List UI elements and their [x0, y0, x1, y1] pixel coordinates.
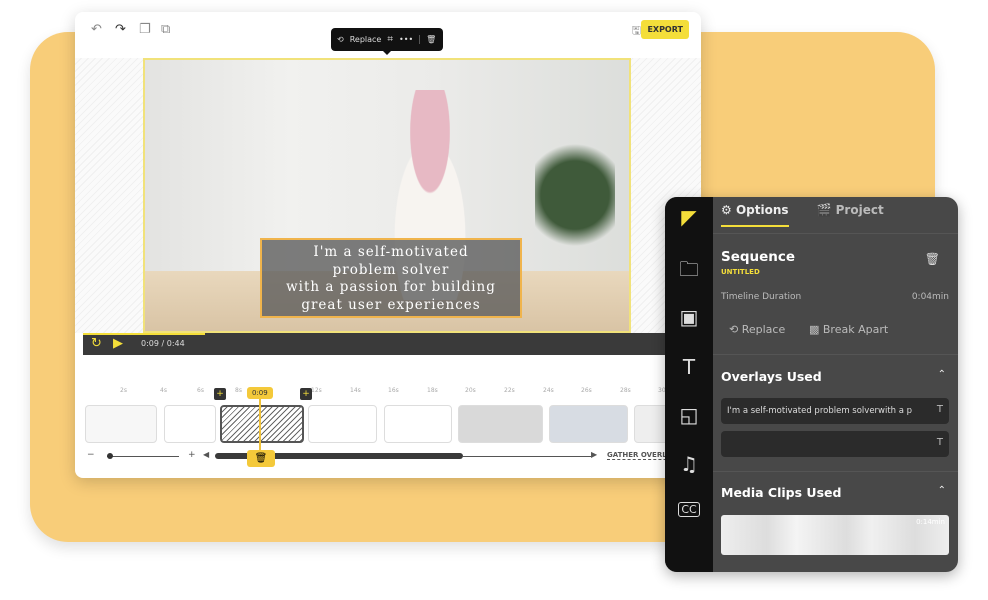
duplicate-icon[interactable]: ❐ — [139, 22, 151, 37]
text-overlay-icon: T — [936, 404, 943, 415]
media-duration: 0:14min — [916, 518, 945, 526]
tick-label: 4s — [160, 387, 167, 394]
clapper-icon: 🎬 — [816, 203, 836, 217]
add-clip-button[interactable]: + — [300, 388, 312, 400]
playhead-label: 0:09 — [247, 387, 273, 399]
crop-icon[interactable]: ⌗ — [387, 34, 393, 45]
replace-icon: ⟲ — [729, 323, 742, 336]
tick-label: 28s — [620, 387, 631, 394]
caption-line: with a passion for building — [286, 279, 496, 295]
export-button[interactable]: EXPORT — [641, 20, 689, 39]
collapse-overlays-icon[interactable]: ⌃ — [938, 369, 946, 380]
zoom-out-button[interactable]: − — [87, 450, 95, 460]
zoom-slider-thumb[interactable] — [107, 453, 113, 459]
caption-line: great user experiences — [301, 296, 481, 313]
duration-value: 0:04min — [911, 292, 949, 302]
side-rail: ◤ 🗀 ▣ T ◱ ♫ CC — [665, 197, 713, 572]
divider — [713, 471, 958, 472]
music-icon[interactable]: ♫ — [675, 452, 703, 476]
tick-label: 26s — [581, 387, 592, 394]
video-editor: ↶ ↷ ❐ ⧉ 🖫 EXPORT I'm a self-motivated pr… — [75, 12, 701, 478]
zoom-slider[interactable] — [107, 456, 179, 457]
canvas-stage: I'm a self-motivated problem solver with… — [75, 58, 701, 333]
tick-label: 8s — [235, 387, 242, 394]
player-controls: ↻ ▶ 0:09 / 0:44 — [83, 333, 693, 355]
replay-icon[interactable]: ↻ — [91, 336, 102, 351]
timeline-footer: − + ◀ ▶ GATHER OVERLAYS — [75, 449, 701, 465]
add-clip-button[interactable]: + — [214, 388, 226, 400]
break-apart-button[interactable]: ▩ Break Apart — [809, 323, 888, 336]
timeline-clip[interactable] — [384, 405, 452, 443]
logo-icon[interactable]: ◤ — [675, 205, 703, 229]
caption-line: problem solver — [332, 261, 450, 278]
timeline-clip[interactable] — [458, 405, 543, 443]
more-icon[interactable]: ••• — [399, 35, 413, 44]
shapes-icon[interactable]: ◱ — [675, 403, 703, 427]
scroll-right-icon[interactable]: ▶ — [591, 450, 597, 459]
tab-label: Options — [735, 203, 789, 217]
break-label: Break Apart — [822, 323, 889, 336]
overlays-heading: Overlays Used — [721, 369, 822, 384]
options-panel: ◤ 🗀 ▣ T ◱ ♫ CC ⚙ Options 🎬 Project Seque… — [665, 197, 958, 572]
upload-folder-icon[interactable]: 🗀 — [675, 255, 703, 289]
media-clip-strip[interactable]: 0:14min — [721, 515, 949, 555]
text-overlay-icon: T — [936, 437, 943, 448]
overlay-item[interactable]: T — [721, 431, 949, 457]
sequence-subtitle: UNTITLED — [721, 268, 760, 276]
overlay-text: I'm a self-motivated problem solverwith … — [727, 406, 913, 416]
tab-label: Project — [835, 203, 884, 217]
delete-clip-button[interactable]: 🗑 — [247, 450, 275, 467]
video-preview[interactable]: I'm a self-motivated problem solver with… — [143, 58, 631, 333]
divider — [713, 354, 958, 355]
tick-label: 22s — [504, 387, 515, 394]
tick-label: 14s — [350, 387, 361, 394]
timeline-clip[interactable] — [308, 405, 377, 443]
replace-icon[interactable]: ⟲ — [337, 35, 344, 44]
context-menu: ⟲ Replace ⌗ ••• 🗑 — [331, 28, 443, 55]
trash-icon[interactable]: 🗑 — [419, 35, 436, 44]
timeline-clip[interactable] — [164, 405, 216, 443]
timeline-clip[interactable] — [85, 405, 157, 443]
tick-label: 6s — [197, 387, 204, 394]
media-library-icon[interactable]: ▣ — [675, 305, 703, 329]
tick-label: 20s — [465, 387, 476, 394]
zoom-in-button[interactable]: + — [188, 450, 196, 460]
caption-overlay[interactable]: I'm a self-motivated problem solver with… — [260, 238, 522, 318]
break-apart-icon: ▩ — [809, 323, 823, 336]
scroll-track — [463, 456, 591, 457]
delete-sequence-icon[interactable]: 🗑 — [925, 252, 940, 266]
tick-label: 16s — [388, 387, 399, 394]
tick-label: 18s — [427, 387, 438, 394]
undo-icon[interactable]: ↶ — [91, 22, 102, 37]
tick-label: 24s — [543, 387, 554, 394]
replace-label: Replace — [741, 323, 786, 336]
tick-label: 12s — [311, 387, 322, 394]
timeline-clip-selected[interactable] — [220, 405, 304, 443]
replace-button[interactable]: ⟲ Replace — [729, 323, 785, 336]
collapse-media-icon[interactable]: ⌃ — [938, 485, 946, 496]
caption-line: I'm a self-motivated — [313, 244, 469, 260]
playback-progress[interactable] — [83, 333, 205, 335]
captions-icon[interactable]: CC — [678, 502, 700, 517]
group-icon[interactable]: ⧉ — [161, 22, 170, 37]
play-icon[interactable]: ▶ — [113, 336, 123, 351]
text-icon[interactable]: T — [675, 355, 703, 379]
panel-tabs: ⚙ Options 🎬 Project — [721, 203, 884, 227]
duration-label: Timeline Duration — [721, 292, 802, 302]
options-icon: ⚙ — [721, 203, 736, 217]
save-icon[interactable]: 🖫 — [632, 22, 641, 41]
timeline-clip[interactable] — [549, 405, 628, 443]
time-readout: 0:09 / 0:44 — [141, 339, 185, 348]
sequence-title: Sequence — [721, 249, 796, 265]
overlay-item[interactable]: I'm a self-motivated problem solverwith … — [721, 398, 949, 424]
divider — [713, 233, 958, 234]
tab-options[interactable]: ⚙ Options — [721, 203, 789, 227]
redo-icon[interactable]: ↷ — [115, 22, 126, 37]
replace-button[interactable]: Replace — [350, 35, 382, 44]
tick-label: 2s — [120, 387, 127, 394]
tab-project[interactable]: 🎬 Project — [817, 203, 884, 227]
plant — [535, 120, 615, 270]
scroll-left-icon[interactable]: ◀ — [203, 450, 209, 459]
media-heading: Media Clips Used — [721, 485, 842, 500]
